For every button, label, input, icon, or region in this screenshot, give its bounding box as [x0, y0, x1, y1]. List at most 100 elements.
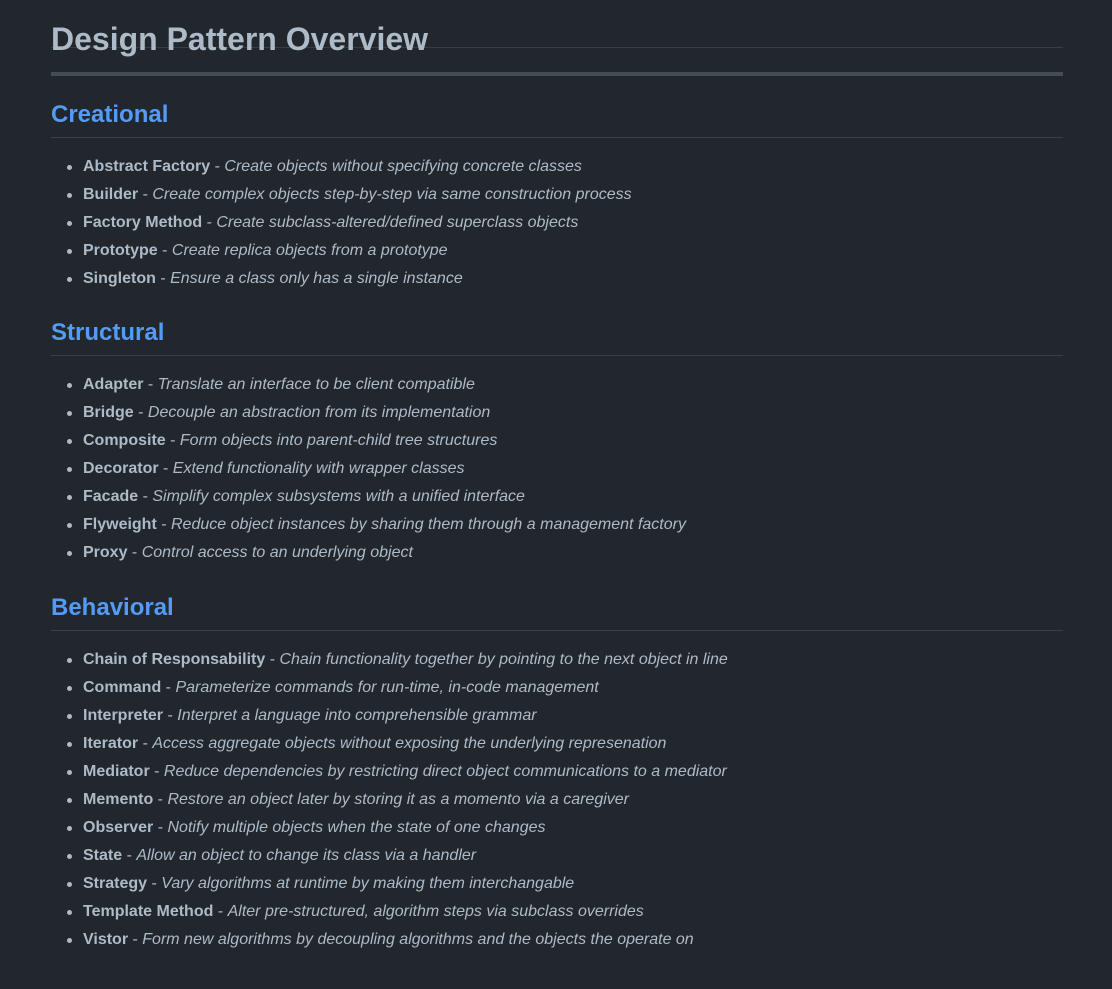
pattern-list-item: Facade - Simplify complex subsystems wit…	[51, 483, 1063, 511]
pattern-name: Strategy	[83, 875, 148, 892]
pattern-separator: -	[165, 432, 180, 449]
pattern-list-item: Proxy - Control access to an underlying …	[51, 539, 1063, 567]
pattern-separator: -	[138, 186, 153, 203]
pattern-separator: -	[156, 516, 171, 533]
pattern-separator: -	[127, 544, 142, 561]
pattern-name: Proxy	[83, 544, 128, 561]
pattern-description: Reduce object instances by sharing them …	[171, 516, 686, 533]
pattern-description: Alter pre-structured, algorithm steps vi…	[227, 903, 644, 920]
pattern-separator: -	[202, 214, 217, 231]
pattern-name: Abstract Factory	[83, 158, 211, 175]
pattern-list-item: Mediator - Reduce dependencies by restri…	[51, 758, 1063, 786]
pattern-description: Create replica objects from a prototype	[171, 242, 448, 259]
pattern-description: Decouple an abstraction from its impleme…	[147, 404, 491, 421]
pattern-separator: -	[265, 651, 280, 668]
pattern-separator: -	[153, 819, 168, 836]
pattern-separator: -	[147, 875, 162, 892]
pattern-separator: -	[153, 791, 168, 808]
pattern-separator: -	[157, 242, 172, 259]
section-heading-creational: Creational	[51, 100, 1063, 138]
pattern-name: Iterator	[83, 735, 139, 752]
pattern-list-item: Vistor - Form new algorithms by decoupli…	[51, 926, 1063, 954]
pattern-description: Parameterize commands for run-time, in-c…	[175, 679, 599, 696]
pattern-name: Interpreter	[83, 707, 164, 724]
pattern-description: Translate an interface to be client comp…	[157, 376, 475, 393]
pattern-name: Adapter	[83, 376, 144, 393]
pattern-separator: -	[122, 847, 137, 864]
pattern-description: Restore an object later by storing it as…	[167, 791, 630, 808]
pattern-description: Allow an object to change its class via …	[136, 847, 477, 864]
pattern-name: Vistor	[83, 931, 129, 948]
pattern-name: Decorator	[83, 460, 159, 477]
pattern-name: Bridge	[83, 404, 134, 421]
pattern-description: Notify multiple objects when the state o…	[167, 819, 546, 836]
pattern-list-item: Strategy - Vary algorithms at runtime by…	[51, 870, 1063, 898]
pattern-name: Builder	[83, 186, 139, 203]
pattern-description: Extend functionality with wrapper classe…	[172, 460, 465, 477]
pattern-separator: -	[161, 679, 176, 696]
pattern-list-item: Factory Method - Create subclass-altered…	[51, 209, 1063, 237]
pattern-list-item: Singleton - Ensure a class only has a si…	[51, 265, 1063, 293]
pattern-list-item: Memento - Restore an object later by sto…	[51, 786, 1063, 814]
pattern-name: Chain of Responsability	[83, 651, 266, 668]
pattern-list-item: Bridge - Decouple an abstraction from it…	[51, 399, 1063, 427]
pattern-description: Form objects into parent-child tree stru…	[179, 432, 498, 449]
pattern-list-item: Command - Parameterize commands for run-…	[51, 674, 1063, 702]
section-heading-structural: Structural	[51, 318, 1063, 356]
pattern-description: Create subclass-altered/defined supercla…	[216, 214, 579, 231]
pattern-separator: -	[163, 707, 178, 724]
pattern-separator: -	[138, 735, 153, 752]
pattern-separator: -	[143, 376, 158, 393]
pattern-list-item: Adapter - Translate an interface to be c…	[51, 371, 1063, 399]
pattern-description: Ensure a class only has a single instanc…	[170, 270, 463, 287]
horizontal-rule	[51, 72, 1063, 76]
pattern-description: Reduce dependencies by restricting direc…	[163, 763, 727, 780]
pattern-list-item: Composite - Form objects into parent-chi…	[51, 427, 1063, 455]
pattern-name: Singleton	[83, 270, 156, 287]
pattern-name: Flyweight	[83, 516, 157, 533]
pattern-description: Create objects without specifying concre…	[224, 158, 582, 175]
pattern-name: Template Method	[83, 903, 214, 920]
document-body: Design Pattern Overview Creational Abstr…	[51, 0, 1063, 954]
pattern-name: Prototype	[83, 242, 158, 259]
section-heading-behavioral: Behavioral	[51, 593, 1063, 631]
pattern-list-behavioral: Chain of Responsability - Chain function…	[51, 646, 1063, 954]
page-title: Design Pattern Overview	[51, 0, 1063, 57]
pattern-list-item: Interpreter - Interpret a language into …	[51, 702, 1063, 730]
pattern-description: Simplify complex subsystems with a unifi…	[152, 488, 525, 505]
pattern-name: Facade	[83, 488, 139, 505]
pattern-list-item: Observer - Notify multiple objects when …	[51, 814, 1063, 842]
pattern-separator: -	[128, 931, 143, 948]
pattern-list-item: Abstract Factory - Create objects withou…	[51, 153, 1063, 181]
pattern-description: Create complex objects step-by-step via …	[152, 186, 632, 203]
pattern-description: Interpret a language into comprehensible…	[177, 707, 537, 724]
pattern-list-item: Template Method - Alter pre-structured, …	[51, 898, 1063, 926]
pattern-name: State	[83, 847, 123, 864]
pattern-description: Form new algorithms by decoupling algori…	[142, 931, 694, 948]
pattern-list-item: Builder - Create complex objects step-by…	[51, 181, 1063, 209]
pattern-list-item: Flyweight - Reduce object instances by s…	[51, 511, 1063, 539]
pattern-separator: -	[138, 488, 153, 505]
pattern-separator: -	[213, 903, 228, 920]
pattern-description: Access aggregate objects without exposin…	[152, 735, 667, 752]
pattern-list-item: State - Allow an object to change its cl…	[51, 842, 1063, 870]
pattern-separator: -	[210, 158, 225, 175]
pattern-name: Observer	[83, 819, 154, 836]
pattern-list-structural: Adapter - Translate an interface to be c…	[51, 371, 1063, 567]
pattern-list-item: Decorator - Extend functionality with wr…	[51, 455, 1063, 483]
pattern-description: Control access to an underlying object	[141, 544, 413, 561]
pattern-list-item: Prototype - Create replica objects from …	[51, 237, 1063, 265]
pattern-list-item: Chain of Responsability - Chain function…	[51, 646, 1063, 674]
pattern-name: Memento	[83, 791, 154, 808]
pattern-name: Mediator	[83, 763, 150, 780]
pattern-description: Chain functionality together by pointing…	[279, 651, 728, 668]
pattern-description: Vary algorithms at runtime by making the…	[161, 875, 575, 892]
pattern-separator: -	[158, 460, 173, 477]
pattern-name: Command	[83, 679, 162, 696]
pattern-name: Composite	[83, 432, 166, 449]
pattern-separator: -	[149, 763, 164, 780]
pattern-name: Factory Method	[83, 214, 203, 231]
pattern-separator: -	[133, 404, 148, 421]
pattern-list-item: Iterator - Access aggregate objects with…	[51, 730, 1063, 758]
pattern-separator: -	[155, 270, 171, 287]
